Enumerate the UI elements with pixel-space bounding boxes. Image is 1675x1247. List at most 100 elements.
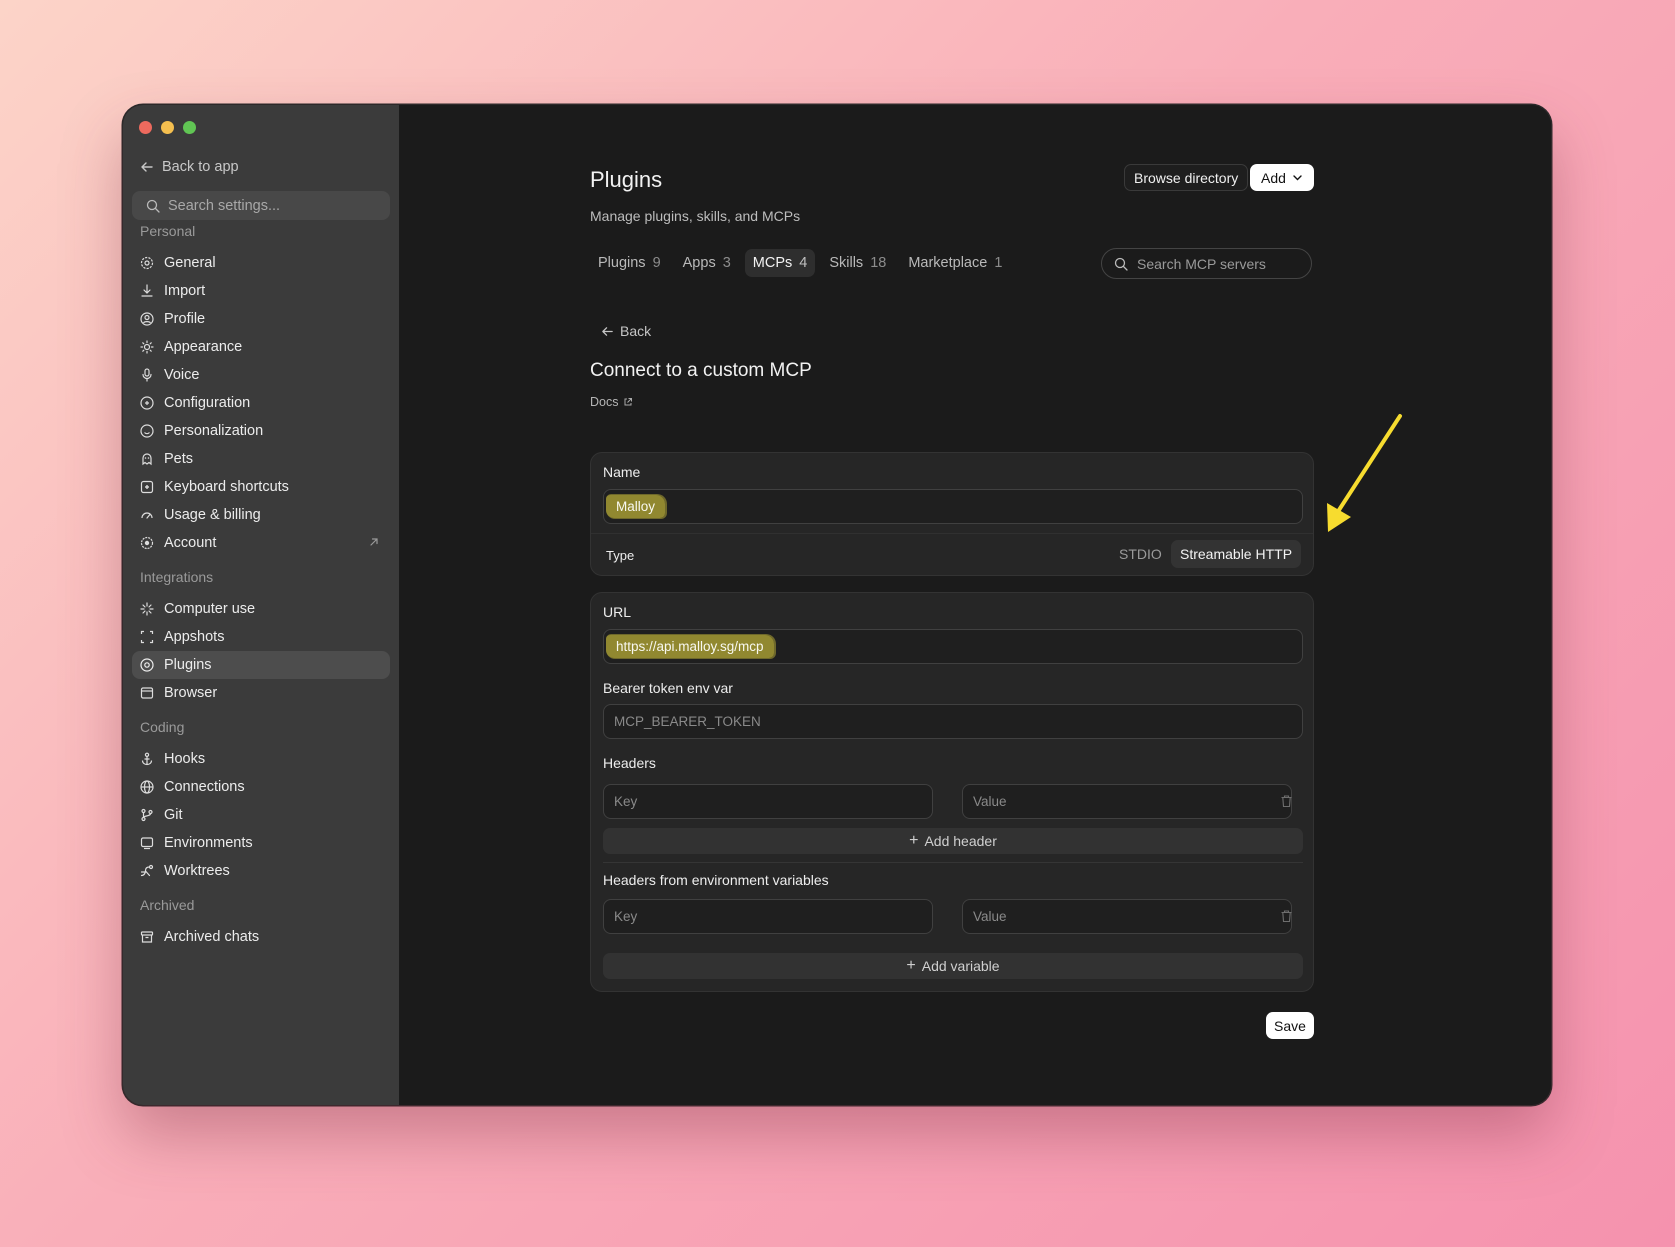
search-icon [146,199,160,213]
tab-count: 9 [652,255,661,271]
sidebar-item-label: Account [164,535,217,551]
bearer-token-input[interactable]: MCP_BEARER_TOKEN [603,704,1303,739]
tab-apps[interactable]: Apps 3 [675,249,739,277]
tab-bar: Plugins 9 Apps 3 MCPs 4 Skills 18 Marketplac… [590,249,1010,277]
header-value-input[interactable]: Value [962,784,1292,819]
sidebar-item-label: Archived chats [164,929,260,945]
git-branch-icon [140,808,154,822]
sidebar-item-voice[interactable]: Voice [132,361,390,389]
sidebar-item-plugins[interactable]: Plugins [132,651,390,679]
profile-icon [140,312,154,326]
tab-mcps[interactable]: MCPs 4 [744,249,816,277]
url-value: https://api.malloy.sg/mcp [606,635,774,658]
sidebar-item-archived-chats[interactable]: Archived chats [132,923,390,951]
add-button[interactable]: Add [1250,164,1314,191]
sidebar-item-import[interactable]: Import [132,277,390,305]
type-row: Type STDIO Streamable HTTP [591,533,1313,575]
sidebar-item-connections[interactable]: Connections [132,773,390,801]
tab-plugins[interactable]: Plugins 9 [590,249,669,277]
globe-icon [140,780,154,794]
zoom-window-button[interactable] [183,121,196,134]
external-link-icon [624,398,633,406]
sidebar-item-label: Usage & billing [164,507,261,523]
sidebar-item-environments[interactable]: Environments [132,829,390,857]
env-headers-label: Headers from environment variables [603,872,829,888]
url-input[interactable]: https://api.malloy.sg/mcp [603,629,1303,664]
sidebar-item-general[interactable]: General [132,249,390,277]
search-mcp-placeholder: Search MCP servers [1137,255,1266,272]
sidebar-item-git[interactable]: Git [132,801,390,829]
name-input[interactable]: Malloy [603,489,1303,524]
save-button[interactable]: Save [1266,1012,1314,1039]
add-variable-label: Add variable [921,958,1000,974]
sidebar-item-keyboard-shortcuts[interactable]: Keyboard shortcuts [132,473,390,501]
sidebar-item-browser[interactable]: Browser [132,679,390,707]
sidebar-item-appshots[interactable]: Appshots [132,623,390,651]
window-controls [139,121,196,134]
env-key-input[interactable]: Key [603,899,933,934]
sidebar-item-label: Computer use [164,601,256,617]
add-header-button[interactable]: + Add header [603,828,1303,854]
section-archived: Archived [140,897,195,913]
shield-icon [140,396,154,410]
sidebar-item-profile[interactable]: Profile [132,305,390,333]
external-link-icon [368,536,380,552]
search-mcp-input[interactable]: Search MCP servers [1101,248,1312,279]
name-type-card: Name Malloy Type STDIO Streamable HTTP [590,452,1314,576]
anchor-icon [140,752,154,766]
type-option-stdio[interactable]: STDIO [1119,546,1162,562]
search-settings-input[interactable]: Search settings... [132,191,390,220]
pet-icon [140,452,154,466]
settings-window: Back to app Search settings... Personal … [123,105,1551,1105]
sidebar-item-personalization[interactable]: Personalization [132,417,390,445]
section-integrations: Integrations [140,569,214,585]
sun-icon [140,340,154,354]
back-to-app-link[interactable]: Back to app [140,159,239,175]
minimize-window-button[interactable] [161,121,174,134]
type-option-streamable-http[interactable]: Streamable HTTP [1171,540,1302,568]
sidebar-item-label: Appearance [164,339,243,355]
docs-link[interactable]: Docs [590,395,633,409]
plugin-icon [140,658,154,672]
sidebar: Back to app Search settings... Personal … [123,105,399,1105]
personalization-icon [140,424,154,438]
sidebar-item-label: Environments [164,835,253,851]
sidebar-item-account[interactable]: Account [132,529,390,557]
sidebar-item-label: Worktrees [164,863,230,879]
trash-icon[interactable] [1280,909,1293,923]
divider [603,862,1303,863]
sidebar-item-hooks[interactable]: Hooks [132,745,390,773]
tab-marketplace[interactable]: Marketplace 1 [900,249,1010,277]
sidebar-item-label: Import [164,283,206,299]
sidebar-item-configuration[interactable]: Configuration [132,389,390,417]
page-title: Plugins [590,167,663,192]
sidebar-item-worktrees[interactable]: Worktrees [132,857,390,885]
sidebar-item-label: General [164,255,216,271]
tab-count: 4 [799,255,808,271]
tab-count: 3 [722,255,731,271]
search-icon [1114,257,1128,271]
trash-icon[interactable] [1280,794,1293,808]
name-label: Name [603,464,641,480]
sidebar-item-label: Appshots [164,629,225,645]
close-window-button[interactable] [139,121,152,134]
arrow-left-icon [602,326,613,336]
sidebar-item-pets[interactable]: Pets [132,445,390,473]
tab-skills[interactable]: Skills 18 [821,249,894,277]
back-to-app-label: Back to app [162,159,239,175]
bearer-token-label: Bearer token env var [603,680,733,696]
sidebar-item-computer-use[interactable]: Computer use [132,595,390,623]
back-link[interactable]: Back [601,323,651,339]
worktree-icon [140,864,154,878]
sidebar-item-label: Hooks [164,751,206,767]
tab-label: Skills [829,255,864,271]
section-coding: Coding [140,719,185,735]
header-key-input[interactable]: Key [603,784,933,819]
chevron-down-icon [1293,175,1302,181]
form-title: Connect to a custom MCP [590,360,812,381]
add-variable-button[interactable]: + Add variable [603,953,1303,979]
sidebar-item-appearance[interactable]: Appearance [132,333,390,361]
env-value-input[interactable]: Value [962,899,1292,934]
sidebar-item-usage-billing[interactable]: Usage & billing [132,501,390,529]
browse-directory-button[interactable]: Browse directory [1124,164,1249,191]
